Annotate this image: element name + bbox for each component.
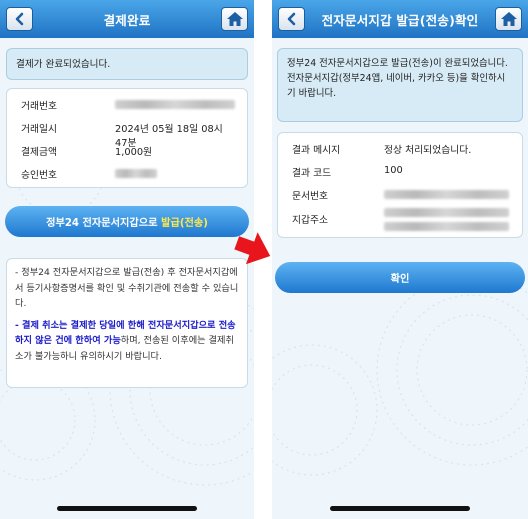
confirm-button[interactable]: 확인 xyxy=(275,262,525,293)
payment-details-card: 거래번호 거래일시 2024년 05월 18일 08시 47분 결제금액 1,0… xyxy=(6,88,248,188)
detail-label: 거래번호 xyxy=(21,101,58,112)
issue-to-wallet-button[interactable]: 정부24 전자문서지갑으로 발급(전송) xyxy=(5,206,249,237)
detail-label: 거래일시 xyxy=(21,124,58,135)
page-title: 결제완료 xyxy=(103,12,151,28)
back-button[interactable] xyxy=(278,7,305,31)
detail-row-approval-no: 승인번호 xyxy=(21,164,237,182)
issue-button-highlight: 발급(전송) xyxy=(161,218,208,229)
wallet-issue-confirm-screen: 전자문서지갑 발급(전송)확인 정부24 전자문서지갑으로 발급(전송)이 완료… xyxy=(272,0,528,519)
detail-label: 결제금액 xyxy=(21,147,58,158)
status-message-box: 결제가 완료되었습니다. xyxy=(6,48,248,80)
header-bar: 결제완료 xyxy=(0,0,254,38)
detail-row-result-code: 결과 코드 100 xyxy=(292,162,512,180)
detail-value: 100 xyxy=(384,165,403,176)
back-arrow-icon xyxy=(287,12,295,26)
home-icon xyxy=(500,12,517,26)
redacted-value xyxy=(384,222,509,231)
redacted-value xyxy=(115,169,157,178)
detail-label: 문서번호 xyxy=(292,191,329,202)
detail-row-wallet-address: 지갑주소 xyxy=(292,208,512,231)
detail-row-transaction-date: 거래일시 2024년 05월 18일 08시 47분 xyxy=(21,118,237,149)
detail-label: 결과 코드 xyxy=(292,168,332,179)
detail-value: 1,000원 xyxy=(115,147,153,158)
detail-row-amount: 결제금액 1,000원 xyxy=(21,141,237,159)
detail-label: 지갑주소 xyxy=(292,215,329,226)
home-indicator xyxy=(57,506,197,511)
comparison-screenshot: 결제완료 결제가 완료되었습니다. 거래번호 거래일시 2024년 05월 18… xyxy=(0,0,528,519)
detail-row-result-message: 결과 메시지 정상 처리되었습니다. xyxy=(292,139,512,157)
home-button[interactable] xyxy=(495,7,522,31)
redacted-value xyxy=(115,100,235,109)
detail-value: 정상 처리되었습니다. xyxy=(384,145,472,156)
back-arrow-icon xyxy=(15,12,23,26)
issue-button-label: 정부24 전자문서지갑으로 xyxy=(46,218,162,229)
detail-label: 결과 메시지 xyxy=(292,145,341,156)
redacted-value xyxy=(384,208,509,217)
notice-paragraph-1: - 정부24 전자문서지갑으로 발급(전송) 후 전자문서지갑에서 등기사항증명… xyxy=(15,267,239,309)
home-icon xyxy=(226,12,243,26)
back-button[interactable] xyxy=(6,7,33,31)
status-message-line-2: 전자문서지갑(정부24앱, 네이버, 카카오 등)을 확인하시기 바랍니다. xyxy=(287,73,506,99)
detail-label: 승인번호 xyxy=(21,170,58,181)
notice-box: - 정부24 전자문서지갑으로 발급(전송) 후 전자문서지갑에서 등기사항증명… xyxy=(6,258,248,388)
notice-paragraph-2: - 결제 취소는 결제한 당일에 한해 전자문서지갑으로 전송하지 않은 건에 … xyxy=(15,318,239,365)
detail-row-transaction-no: 거래번호 xyxy=(21,95,237,113)
confirm-button-label: 확인 xyxy=(390,274,410,285)
payment-complete-screen: 결제완료 결제가 완료되었습니다. 거래번호 거래일시 2024년 05월 18… xyxy=(0,0,254,519)
redacted-value xyxy=(384,190,509,199)
home-button[interactable] xyxy=(221,7,248,31)
red-arrow-icon xyxy=(234,232,271,265)
issue-result-card: 결과 메시지 정상 처리되었습니다. 결과 코드 100 문서번호 지갑주소 xyxy=(277,132,523,238)
status-message-box: 정부24 전자문서지갑으로 발급(전송)이 완료되었습니다. 전자문서지갑(정부… xyxy=(277,48,523,122)
home-indicator xyxy=(330,506,470,511)
detail-row-document-no: 문서번호 xyxy=(292,185,512,203)
status-message: 결제가 완료되었습니다. xyxy=(16,59,111,70)
header-bar: 전자문서지갑 발급(전송)확인 xyxy=(272,0,528,38)
page-title: 전자문서지갑 발급(전송)확인 xyxy=(321,12,479,28)
status-message-line-1: 정부24 전자문서지갑으로 발급(전송)이 완료되었습니다. xyxy=(287,58,508,69)
